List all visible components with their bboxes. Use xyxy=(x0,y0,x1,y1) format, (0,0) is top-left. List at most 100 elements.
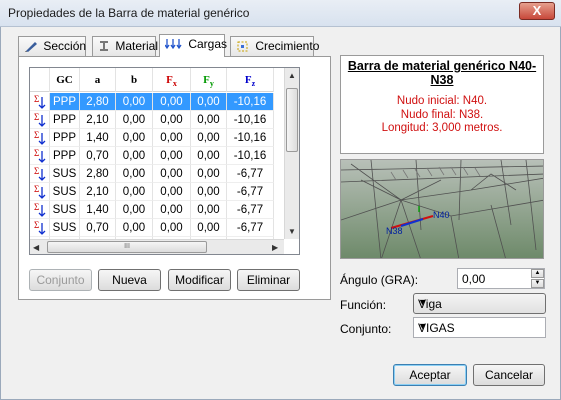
table-cell-fy[interactable]: 0,00 xyxy=(191,219,227,237)
scroll-up-icon[interactable]: ▲ xyxy=(288,71,296,80)
table-cell-a[interactable]: 2,80 xyxy=(80,165,116,183)
table-cell-b[interactable]: 0,00 xyxy=(116,129,153,147)
header-fz[interactable]: Fz xyxy=(227,68,274,92)
table-cell-gc[interactable]: SUS xyxy=(50,165,80,183)
scroll-left-icon[interactable]: ◀ xyxy=(33,243,39,252)
chevron-down-icon: ▼ xyxy=(418,297,427,307)
bar-info-panel: Barra de material genérico N40- N38 Nudo… xyxy=(340,55,544,154)
aceptar-button[interactable]: Aceptar xyxy=(393,364,467,386)
table-cell-fy[interactable]: 0,00 xyxy=(191,183,227,201)
table-cell-fx[interactable]: 0,00 xyxy=(153,129,191,147)
table-cell-b[interactable]: 0,00 xyxy=(116,147,153,165)
horizontal-scrollbar[interactable]: ◀ III ▶ xyxy=(30,239,284,254)
table-cell-a[interactable]: 1,40 xyxy=(80,201,116,219)
table-cell-gc[interactable]: PPP xyxy=(50,147,80,165)
structure-3d-view[interactable]: N38 N40 xyxy=(340,159,544,259)
table-cell-a[interactable]: 2,10 xyxy=(80,183,116,201)
angulo-value: 0,00 xyxy=(462,272,486,286)
table-cell-b[interactable]: 0,00 xyxy=(116,111,153,129)
tab-material[interactable]: Material xyxy=(92,36,159,56)
table-cell-fx[interactable]: 0,00 xyxy=(153,183,191,201)
header-fx[interactable]: Fx xyxy=(153,68,191,92)
header-a[interactable]: a xyxy=(80,68,116,92)
table-cell-a[interactable]: 0,70 xyxy=(80,147,116,165)
table-cell-fx[interactable]: 0,00 xyxy=(153,219,191,237)
table-cell-fz[interactable]: -6,77 xyxy=(227,201,274,219)
table-cell-fz[interactable]: -6,77 xyxy=(227,183,274,201)
tab-label: Sección xyxy=(43,39,87,53)
table-row[interactable]: Σ SUS 1,40 0,00 0,00 0,00 -6,77 xyxy=(30,201,274,219)
table-cell-fx[interactable]: 0,00 xyxy=(153,93,191,111)
table-cell-fz[interactable]: -6,77 xyxy=(227,219,274,237)
tab-seccion[interactable]: Sección xyxy=(18,36,86,56)
table-cell-gc[interactable]: SUS xyxy=(50,201,80,219)
scroll-right-icon[interactable]: ▶ xyxy=(272,243,278,252)
table-cell-a[interactable]: 2,10 xyxy=(80,111,116,129)
title-bar: Propiedades de la Barra de material gené… xyxy=(0,0,561,27)
table-cell-fz[interactable]: -6,77 xyxy=(227,165,274,183)
horizontal-scroll-thumb[interactable]: III xyxy=(47,241,207,253)
table-row[interactable]: Σ SUS 2,10 0,00 0,00 0,00 -6,77 xyxy=(30,183,274,201)
conjunto-select[interactable]: VIGAS ▼ xyxy=(413,317,546,338)
table-row[interactable]: Σ PPP 2,80 0,00 0,00 0,00 -10,16 xyxy=(30,93,274,111)
close-button[interactable]: X xyxy=(519,2,555,20)
table-cell-fx[interactable]: 0,00 xyxy=(153,201,191,219)
spin-down-icon[interactable]: ▼ xyxy=(531,279,544,288)
table-row[interactable]: Σ SUS 2,80 0,00 0,00 0,00 -6,77 xyxy=(30,165,274,183)
table-row[interactable]: Σ SUS 0,70 0,00 0,00 0,00 -6,77 xyxy=(30,219,274,237)
modificar-button[interactable]: Modificar xyxy=(168,269,231,291)
table-cell-b[interactable]: 0,00 xyxy=(116,165,153,183)
table-row[interactable]: Σ PPP 0,70 0,00 0,00 0,00 -10,16 xyxy=(30,147,274,165)
header-fy-sub: y xyxy=(209,79,214,89)
cancelar-button[interactable]: Cancelar xyxy=(473,364,545,386)
table-cell-fz[interactable]: -10,16 xyxy=(227,111,274,129)
loads-table[interactable]: GC a b Fx Fy Fz Σ PPP 2,80 0,00 0,00 0,00 -10,… xyxy=(29,67,300,255)
table-cell-b[interactable]: 0,00 xyxy=(116,93,153,111)
tab-crecimiento[interactable]: Crecimiento xyxy=(230,36,319,56)
load-row-icon: Σ xyxy=(30,147,50,165)
table-cell-a[interactable]: 1,40 xyxy=(80,129,116,147)
svg-text:Σ: Σ xyxy=(34,184,39,194)
table-cell-gc[interactable]: SUS xyxy=(50,219,80,237)
tab-cargas[interactable]: Cargas xyxy=(159,34,227,57)
header-fx-letter: F xyxy=(166,74,173,86)
table-cell-fz[interactable]: -10,16 xyxy=(227,147,274,165)
table-cell-fy[interactable]: 0,00 xyxy=(191,201,227,219)
vertical-scrollbar[interactable]: ▲ ▼ xyxy=(284,68,299,239)
header-fy[interactable]: Fy xyxy=(191,68,227,92)
table-cell-fy[interactable]: 0,00 xyxy=(191,147,227,165)
conjunto-label: Conjunto: xyxy=(340,322,392,336)
table-cell-fy[interactable]: 0,00 xyxy=(191,93,227,111)
table-cell-b[interactable]: 0,00 xyxy=(116,183,153,201)
bar-info-title-line1: Barra de material genérico N40- xyxy=(347,59,537,73)
table-cell-a[interactable]: 2,80 xyxy=(80,93,116,111)
table-cell-fx[interactable]: 0,00 xyxy=(153,147,191,165)
header-gc[interactable]: GC xyxy=(50,68,80,92)
table-cell-gc[interactable]: SUS xyxy=(50,183,80,201)
eliminar-button[interactable]: Eliminar xyxy=(237,269,300,291)
load-row-icon: Σ xyxy=(30,183,50,201)
table-cell-fz[interactable]: -10,16 xyxy=(227,93,274,111)
table-cell-gc[interactable]: PPP xyxy=(50,93,80,111)
table-cell-fy[interactable]: 0,00 xyxy=(191,129,227,147)
spin-up-icon[interactable]: ▲ xyxy=(531,269,544,278)
conjunto-button[interactable]: Conjunto xyxy=(29,269,92,291)
nueva-button[interactable]: Nueva xyxy=(98,269,161,291)
table-cell-fx[interactable]: 0,00 xyxy=(153,111,191,129)
table-cell-gc[interactable]: PPP xyxy=(50,129,80,147)
vertical-scroll-thumb[interactable] xyxy=(286,88,298,152)
table-cell-b[interactable]: 0,00 xyxy=(116,201,153,219)
table-cell-fz[interactable]: -10,16 xyxy=(227,129,274,147)
table-cell-gc[interactable]: PPP xyxy=(50,111,80,129)
table-cell-fy[interactable]: 0,00 xyxy=(191,165,227,183)
funcion-select[interactable]: Viga ▼ xyxy=(413,293,546,314)
scroll-down-icon[interactable]: ▼ xyxy=(288,227,296,236)
table-cell-a[interactable]: 0,70 xyxy=(80,219,116,237)
table-cell-fx[interactable]: 0,00 xyxy=(153,165,191,183)
table-cell-fy[interactable]: 0,00 xyxy=(191,111,227,129)
table-cell-b[interactable]: 0,00 xyxy=(116,219,153,237)
tab-label: Material xyxy=(115,39,159,53)
header-b[interactable]: b xyxy=(116,68,153,92)
table-row[interactable]: Σ PPP 1,40 0,00 0,00 0,00 -10,16 xyxy=(30,129,274,147)
table-row[interactable]: Σ PPP 2,10 0,00 0,00 0,00 -10,16 xyxy=(30,111,274,129)
